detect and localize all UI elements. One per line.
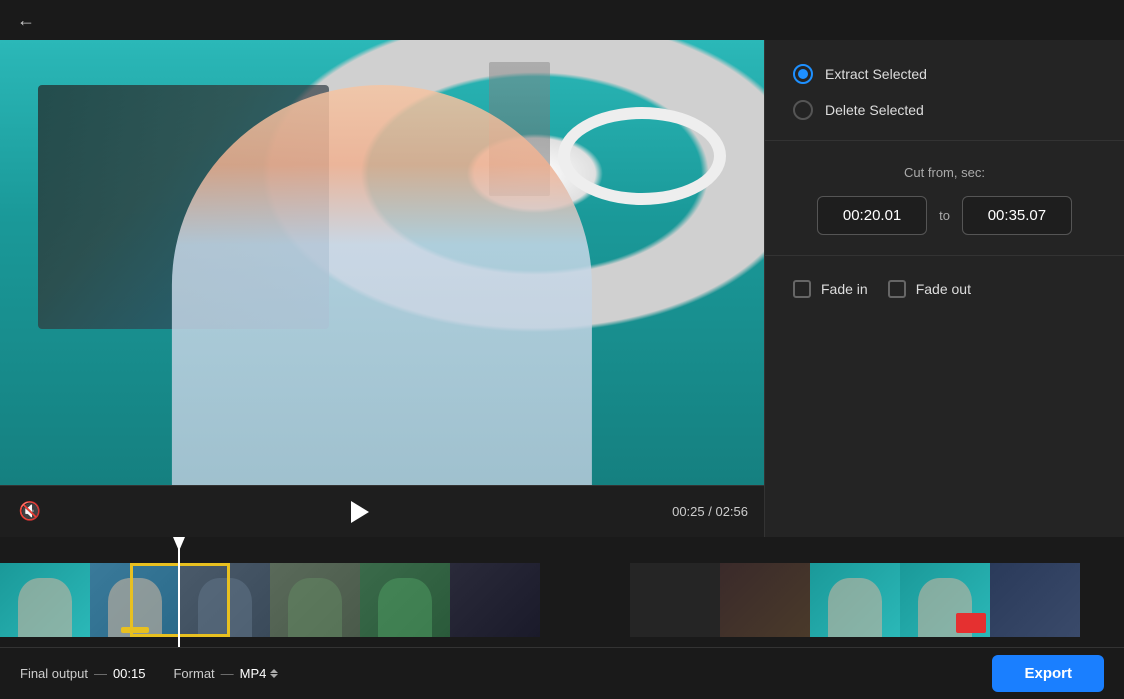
list-item[interactable]: [450, 563, 540, 637]
fade-in-label: Fade in: [821, 281, 868, 297]
list-item[interactable]: [360, 563, 450, 637]
chevron-up-icon: [270, 669, 278, 673]
output-duration: 00:15: [113, 666, 146, 681]
fade-section: Fade in Fade out: [765, 256, 1124, 322]
cut-section: Cut from, sec: 00:20.01 to 00:35.07: [765, 141, 1124, 256]
fade-in-option[interactable]: Fade in: [793, 280, 868, 298]
extract-label: Extract Selected: [825, 66, 927, 82]
right-panel: Extract Selected Delete Selected Cut fro…: [764, 40, 1124, 537]
controls-bar: 🔇 00:25 / 02:56: [0, 485, 764, 537]
thumb-person: [378, 578, 432, 637]
list-item[interactable]: [810, 563, 900, 637]
play-button[interactable]: [342, 496, 374, 528]
options-section: Extract Selected Delete Selected: [765, 40, 1124, 141]
back-button[interactable]: ←: [12, 6, 40, 34]
list-item[interactable]: [630, 563, 720, 637]
list-item[interactable]: [990, 563, 1080, 637]
cut-to-input[interactable]: 00:35.07: [962, 196, 1072, 235]
list-item[interactable]: [720, 563, 810, 637]
output-dash: —: [94, 666, 107, 681]
play-icon: [351, 501, 369, 523]
time-range: 00:20.01 to 00:35.07: [793, 196, 1096, 235]
format-chevron: [270, 669, 278, 678]
output-info: Final output — 00:15: [20, 666, 145, 681]
list-item[interactable]: [900, 563, 990, 637]
list-item[interactable]: [270, 563, 360, 637]
delete-option[interactable]: Delete Selected: [793, 100, 1096, 120]
thumb-person: [288, 578, 342, 637]
playhead-top: [173, 537, 185, 551]
main-area: 🔇 00:25 / 02:56 Extract Selected Delete: [0, 40, 1124, 537]
final-output-label: Final output: [20, 666, 88, 681]
playhead: [178, 537, 180, 647]
list-item[interactable]: [0, 563, 90, 637]
cut-from-input[interactable]: 00:20.01: [817, 196, 927, 235]
format-dash: —: [221, 666, 234, 681]
extract-radio[interactable]: [793, 64, 813, 84]
delete-label: Delete Selected: [825, 102, 924, 118]
fade-out-label: Fade out: [916, 281, 971, 297]
thumb-person: [828, 578, 882, 637]
bottom-bar: Final output — 00:15 Format — MP4 Export: [0, 647, 1124, 699]
selected-indicator: [121, 627, 149, 633]
extract-option[interactable]: Extract Selected: [793, 64, 1096, 84]
video-person: [172, 85, 592, 486]
delete-radio[interactable]: [793, 100, 813, 120]
list-item[interactable]: [90, 563, 180, 637]
badge: [956, 613, 986, 633]
cut-label: Cut from, sec:: [793, 165, 1096, 180]
thumb-person: [18, 578, 72, 637]
format-info: Format — MP4: [173, 666, 278, 681]
fade-in-checkbox[interactable]: [793, 280, 811, 298]
timeline-area: [0, 537, 1124, 647]
video-frame: [0, 40, 764, 485]
list-item[interactable]: [180, 563, 270, 637]
mute-icon: 🔇: [19, 501, 41, 522]
extract-radio-inner: [798, 69, 808, 79]
chevron-down-icon: [270, 674, 278, 678]
to-label: to: [939, 208, 950, 223]
timeline-track[interactable]: [0, 563, 1124, 637]
list-item[interactable]: [540, 563, 630, 637]
thumb-person: [198, 578, 252, 637]
top-bar: ←: [0, 0, 1124, 40]
fade-out-option[interactable]: Fade out: [888, 280, 971, 298]
video-container: [0, 40, 764, 485]
format-label: Format: [173, 666, 214, 681]
format-select[interactable]: MP4: [240, 666, 279, 681]
video-panel: 🔇 00:25 / 02:56: [0, 40, 764, 537]
time-display: 00:25 / 02:56: [672, 504, 748, 519]
back-icon: ←: [17, 10, 35, 31]
format-value: MP4: [240, 666, 267, 681]
export-button[interactable]: Export: [992, 655, 1104, 692]
fade-out-checkbox[interactable]: [888, 280, 906, 298]
play-button-container: [56, 496, 660, 528]
mute-button[interactable]: 🔇: [16, 498, 44, 526]
